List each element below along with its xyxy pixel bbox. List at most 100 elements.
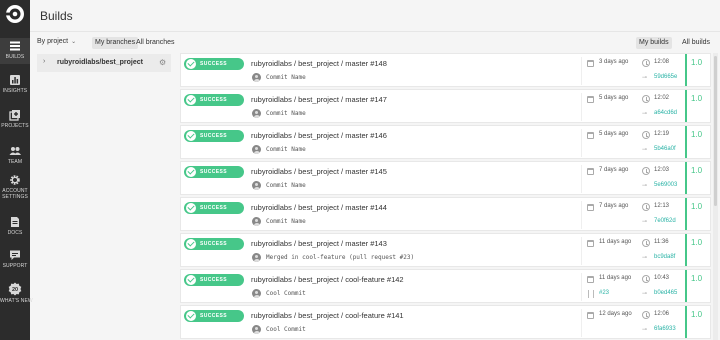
status-label: SUCCESS xyxy=(200,97,227,103)
nav-support[interactable]: SUPPORT xyxy=(0,249,30,269)
build-title[interactable]: rubyroidlabs / best_project / master #14… xyxy=(251,167,387,176)
avatar xyxy=(252,181,261,190)
build-title[interactable]: rubyroidlabs / best_project / master #14… xyxy=(251,203,387,212)
build-version: 1.0 xyxy=(691,202,703,211)
commit-icon: ⊸ xyxy=(642,75,648,81)
commit-sha-link[interactable]: 7e0f62d xyxy=(654,218,676,224)
avatar xyxy=(252,289,261,298)
calendar-icon xyxy=(587,60,594,67)
nav-builds[interactable]: BUILDS xyxy=(0,38,30,64)
commit-icon: ⊸ xyxy=(642,255,648,261)
build-age: 5 days ago xyxy=(599,131,629,137)
avatar xyxy=(252,217,261,226)
status-badge[interactable]: SUCCESS xyxy=(184,166,244,178)
status-badge[interactable]: SUCCESS xyxy=(184,238,244,250)
nav-insights-label: INSIGHTS xyxy=(2,88,28,94)
clock-icon xyxy=(642,275,650,283)
commit-message: Commit Name xyxy=(266,146,306,153)
build-row[interactable]: SUCCESS rubyroidlabs / best_project / ma… xyxy=(180,89,711,123)
build-age: 5 days ago xyxy=(599,95,629,101)
commit-sha-link[interactable]: 5b46a0f xyxy=(654,146,676,152)
build-row[interactable]: SUCCESS rubyroidlabs / best_project / ma… xyxy=(180,197,711,231)
by-project-label: By project xyxy=(37,38,69,45)
commit-sha-link[interactable]: b0ed465 xyxy=(654,290,677,296)
nav-docs[interactable]: DOCS xyxy=(0,216,30,236)
build-title[interactable]: rubyroidlabs / best_project / master #14… xyxy=(251,239,387,248)
build-row[interactable]: SUCCESS rubyroidlabs / best_project / ma… xyxy=(180,233,711,267)
status-badge[interactable]: SUCCESS xyxy=(184,58,244,70)
commit-message: Commit Name xyxy=(266,110,306,117)
build-duration: 12:02 xyxy=(654,95,670,101)
check-icon xyxy=(186,275,196,285)
commit-message: Merged in cool-feature (pull request #23… xyxy=(266,254,415,261)
commit-icon: ⊸ xyxy=(642,291,648,297)
my-builds-toggle[interactable]: My builds xyxy=(636,37,672,49)
status-bar xyxy=(685,90,687,122)
build-title[interactable]: rubyroidlabs / best_project / cool-featu… xyxy=(251,311,404,320)
project-item[interactable]: › rubyroidlabs/best_project ⚙ xyxy=(37,54,171,72)
commit-icon: ⊸ xyxy=(642,327,648,333)
by-project-dropdown[interactable]: By project ⌄ xyxy=(37,38,76,45)
build-version: 1.0 xyxy=(691,274,703,283)
status-label: SUCCESS xyxy=(200,313,227,319)
status-badge[interactable]: SUCCESS xyxy=(184,202,244,214)
builds-icon xyxy=(10,41,20,51)
nav-support-label: SUPPORT xyxy=(2,263,28,269)
nav-team-label: TEAM xyxy=(7,159,23,165)
check-icon xyxy=(186,311,196,321)
avatar xyxy=(252,109,261,118)
commit-sha-link[interactable]: 5e69003 xyxy=(654,182,677,188)
commit-sha-link[interactable]: bc9da8f xyxy=(654,254,675,260)
status-badge[interactable]: SUCCESS xyxy=(184,94,244,106)
build-title[interactable]: rubyroidlabs / best_project / master #14… xyxy=(251,95,387,104)
nav-team[interactable]: TEAM xyxy=(0,145,30,165)
nav-whats-new[interactable]: 20 WHAT'S NEW xyxy=(0,282,33,304)
status-badge[interactable]: SUCCESS xyxy=(184,310,244,322)
check-icon xyxy=(186,95,196,105)
nav-insights[interactable]: INSIGHTS xyxy=(0,74,30,94)
build-duration: 11:36 xyxy=(654,239,669,245)
build-title[interactable]: rubyroidlabs / best_project / master #14… xyxy=(251,59,387,68)
avatar xyxy=(252,145,261,154)
build-row[interactable]: SUCCESS rubyroidlabs / best_project / ma… xyxy=(180,125,711,159)
build-row[interactable]: SUCCESS rubyroidlabs / best_project / co… xyxy=(180,305,711,339)
status-label: SUCCESS xyxy=(200,133,227,139)
circleci-logo[interactable] xyxy=(5,4,25,24)
commit-message: Commit Name xyxy=(266,182,306,189)
check-icon xyxy=(186,59,196,69)
nav-settings-label: SETTINGS xyxy=(2,194,28,200)
support-icon xyxy=(10,250,20,260)
build-row[interactable]: SUCCESS rubyroidlabs / best_project / co… xyxy=(180,269,711,303)
build-title[interactable]: rubyroidlabs / best_project / cool-featu… xyxy=(251,275,404,284)
avatar xyxy=(252,253,261,262)
build-title[interactable]: rubyroidlabs / best_project / master #14… xyxy=(251,131,387,140)
nav-account-settings[interactable]: ACCOUNT SETTINGS xyxy=(0,174,30,200)
build-version: 1.0 xyxy=(691,238,703,247)
calendar-icon xyxy=(587,240,594,247)
commit-sha-link[interactable]: 59d665e xyxy=(654,74,677,80)
build-version: 1.0 xyxy=(691,166,703,175)
build-row[interactable]: SUCCESS rubyroidlabs / best_project / ma… xyxy=(180,161,711,195)
all-branches-toggle[interactable]: All branches xyxy=(133,37,178,49)
pull-request-link[interactable]: #23 xyxy=(599,290,609,296)
build-row[interactable]: SUCCESS rubyroidlabs / best_project / ma… xyxy=(180,53,711,87)
commit-sha-link[interactable]: a64cd6d xyxy=(654,110,677,116)
build-duration: 12:03 xyxy=(654,167,670,173)
gear-icon xyxy=(10,175,20,185)
chevron-right-icon[interactable]: › xyxy=(43,58,45,65)
commit-message: Commit Name xyxy=(266,74,306,81)
project-name: rubyroidlabs/best_project xyxy=(57,59,143,66)
my-branches-toggle[interactable]: My branches xyxy=(92,37,139,49)
gear-icon[interactable]: ⚙ xyxy=(159,58,166,67)
build-version: 1.0 xyxy=(691,58,703,67)
calendar-icon xyxy=(587,312,594,319)
chevron-down-icon: ⌄ xyxy=(71,39,77,45)
commit-sha-link[interactable]: 6fa6933 xyxy=(654,326,676,332)
status-label: SUCCESS xyxy=(200,277,227,283)
all-builds-toggle[interactable]: All builds xyxy=(679,37,713,49)
status-badge[interactable]: SUCCESS xyxy=(184,274,244,286)
scrollbar-thumb[interactable] xyxy=(714,56,717,206)
status-bar xyxy=(685,54,687,86)
nav-projects[interactable]: PROJECTS xyxy=(0,109,30,129)
status-badge[interactable]: SUCCESS xyxy=(184,130,244,142)
